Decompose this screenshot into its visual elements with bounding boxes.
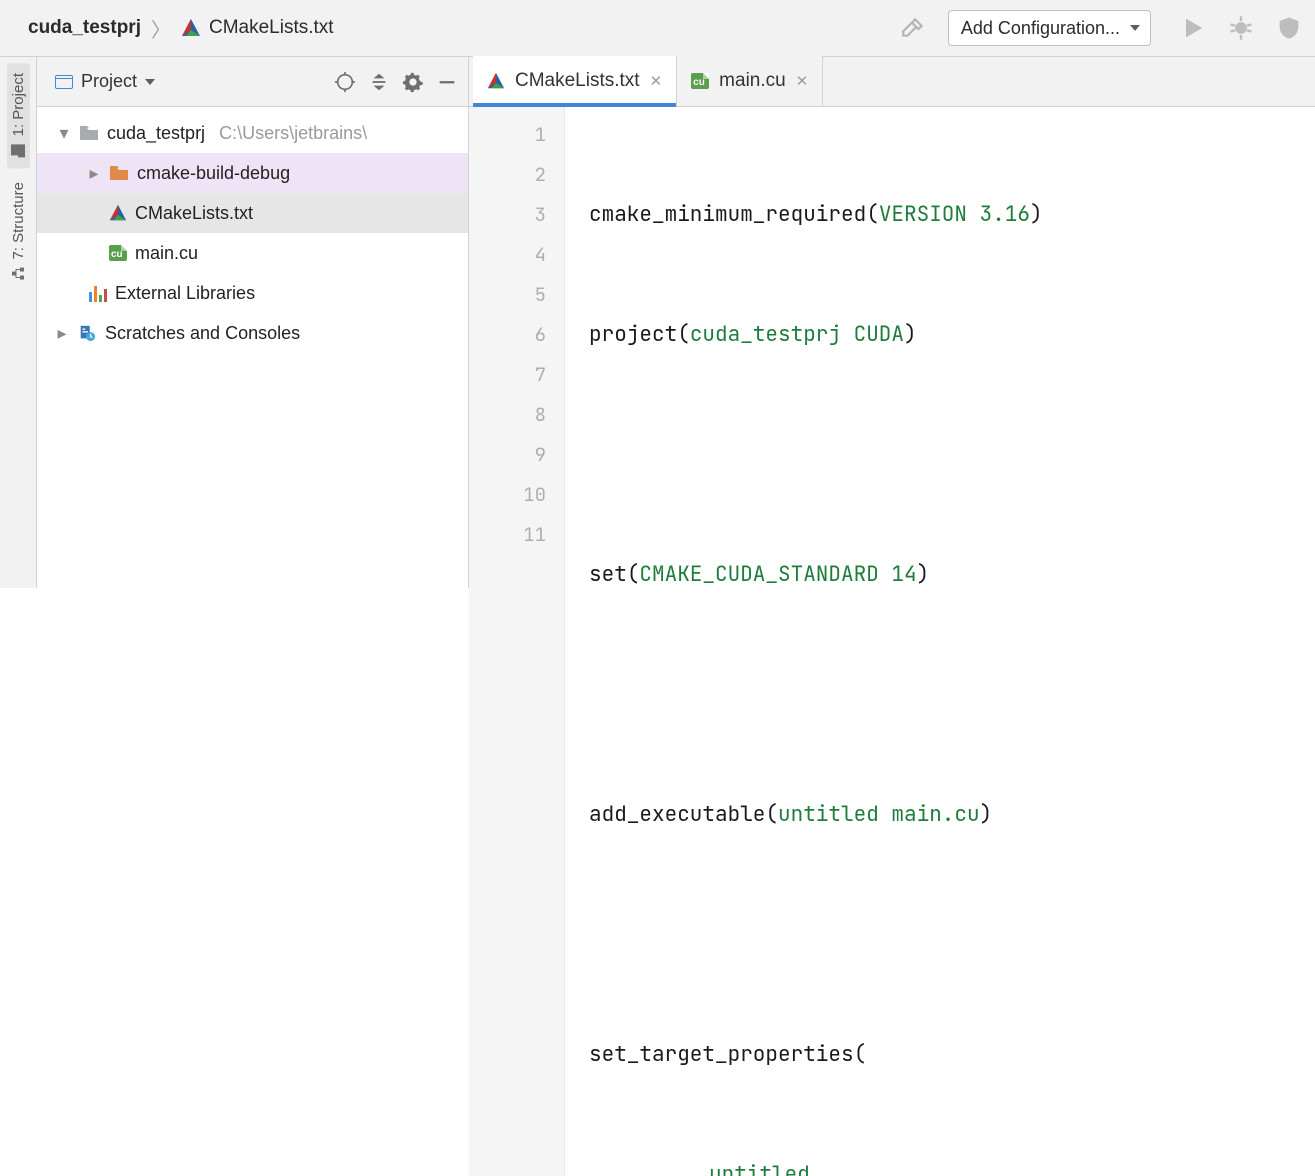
tree-build-dir[interactable]: ▸ cmake-build-debug xyxy=(37,153,468,193)
tab-cmakelists[interactable]: CMakeLists.txt ✕ xyxy=(473,56,677,106)
project-tab-icon xyxy=(10,142,26,158)
cuda-file-icon: cu xyxy=(109,245,127,261)
tab-cmakelists-label: CMakeLists.txt xyxy=(515,70,640,92)
window-icon xyxy=(55,75,73,89)
tree-scratches[interactable]: ▸ Scratches and Consoles xyxy=(37,313,468,353)
tab-main-cu-label: main.cu xyxy=(719,70,786,92)
tree-root[interactable]: ▾ cuda_testprj C:\Users\jetbrains\ xyxy=(37,113,468,153)
editor-gutter: 123 456 789 1011 xyxy=(469,107,565,1176)
tree-root-path: C:\Users\jetbrains\ xyxy=(219,123,367,144)
tab-main-cu[interactable]: cu main.cu ✕ xyxy=(677,56,823,106)
editor-tab-bar: CMakeLists.txt ✕ cu main.cu ✕ xyxy=(469,57,1315,107)
tree-external-libraries[interactable]: External Libraries xyxy=(37,273,468,313)
chevron-right-icon: ▸ xyxy=(87,163,101,184)
chevron-right-icon: 〉 xyxy=(151,14,171,43)
cmake-icon xyxy=(487,72,505,90)
left-tab-structure-label: 7: Structure xyxy=(10,182,27,260)
run-button[interactable] xyxy=(1179,14,1207,42)
chevron-down-icon: ▾ xyxy=(57,123,71,144)
structure-tab-icon xyxy=(10,266,26,282)
cmake-icon xyxy=(109,204,127,222)
editor[interactable]: 123 456 789 1011 cmake_minimum_required(… xyxy=(469,107,1315,1176)
tree-cmakelists[interactable]: CMakeLists.txt xyxy=(37,193,468,233)
left-tab-structure[interactable]: 7: Structure xyxy=(7,172,30,292)
run-configuration-select[interactable]: Add Configuration... xyxy=(948,10,1151,46)
folder-icon xyxy=(79,125,99,141)
project-tool-window: Project ▾ cuda_testprj C:\Users\jetbrain… xyxy=(37,57,469,588)
tree-main-cu-label: main.cu xyxy=(135,243,198,264)
chevron-right-icon: ▸ xyxy=(55,323,69,344)
run-configuration-label: Add Configuration... xyxy=(961,18,1120,39)
tree-scratches-label: Scratches and Consoles xyxy=(105,323,300,344)
tree-cmakelists-label: CMakeLists.txt xyxy=(135,203,253,224)
left-tab-project-label: 1: Project xyxy=(10,73,27,136)
navigation-bar: cuda_testprj 〉 CMakeLists.txt Add Config… xyxy=(0,0,1315,57)
tree-main-cu[interactable]: cu main.cu xyxy=(37,233,468,273)
cuda-file-icon: cu xyxy=(691,73,709,89)
project-view-selector[interactable]: Project xyxy=(55,71,155,92)
cmake-icon xyxy=(181,18,201,38)
close-icon[interactable]: ✕ xyxy=(650,72,663,90)
project-view-label: Project xyxy=(81,71,155,92)
tree-root-name: cuda_testprj xyxy=(107,123,205,144)
editor-code[interactable]: cmake_minimum_required(VERSION 3.16) pro… xyxy=(565,107,1315,1176)
locate-icon[interactable] xyxy=(334,71,356,93)
expand-all-icon[interactable] xyxy=(368,71,390,93)
project-header: Project xyxy=(37,57,468,107)
external-libraries-icon xyxy=(89,284,107,302)
left-tab-project[interactable]: 1: Project xyxy=(7,63,30,168)
debug-button[interactable] xyxy=(1227,14,1255,42)
gear-icon[interactable] xyxy=(402,71,424,93)
breadcrumb-file[interactable]: CMakeLists.txt xyxy=(181,17,334,39)
breadcrumb-file-label: CMakeLists.txt xyxy=(209,17,334,39)
build-icon[interactable] xyxy=(900,15,926,41)
run-with-coverage-button[interactable] xyxy=(1275,14,1303,42)
breadcrumb-project[interactable]: cuda_testprj xyxy=(28,17,141,39)
tree-external-libraries-label: External Libraries xyxy=(115,283,255,304)
folder-icon xyxy=(109,165,129,181)
editor-area: CMakeLists.txt ✕ cu main.cu ✕ 123 456 78… xyxy=(469,57,1315,588)
scratches-icon xyxy=(77,324,97,342)
project-tree[interactable]: ▾ cuda_testprj C:\Users\jetbrains\ ▸ cma… xyxy=(37,107,468,588)
hide-icon[interactable] xyxy=(436,71,458,93)
close-icon[interactable]: ✕ xyxy=(796,72,809,90)
breadcrumb[interactable]: cuda_testprj 〉 CMakeLists.txt xyxy=(28,14,334,43)
left-tool-gutter: 1: Project 7: Structure xyxy=(0,57,37,588)
tree-build-dir-label: cmake-build-debug xyxy=(137,163,290,184)
